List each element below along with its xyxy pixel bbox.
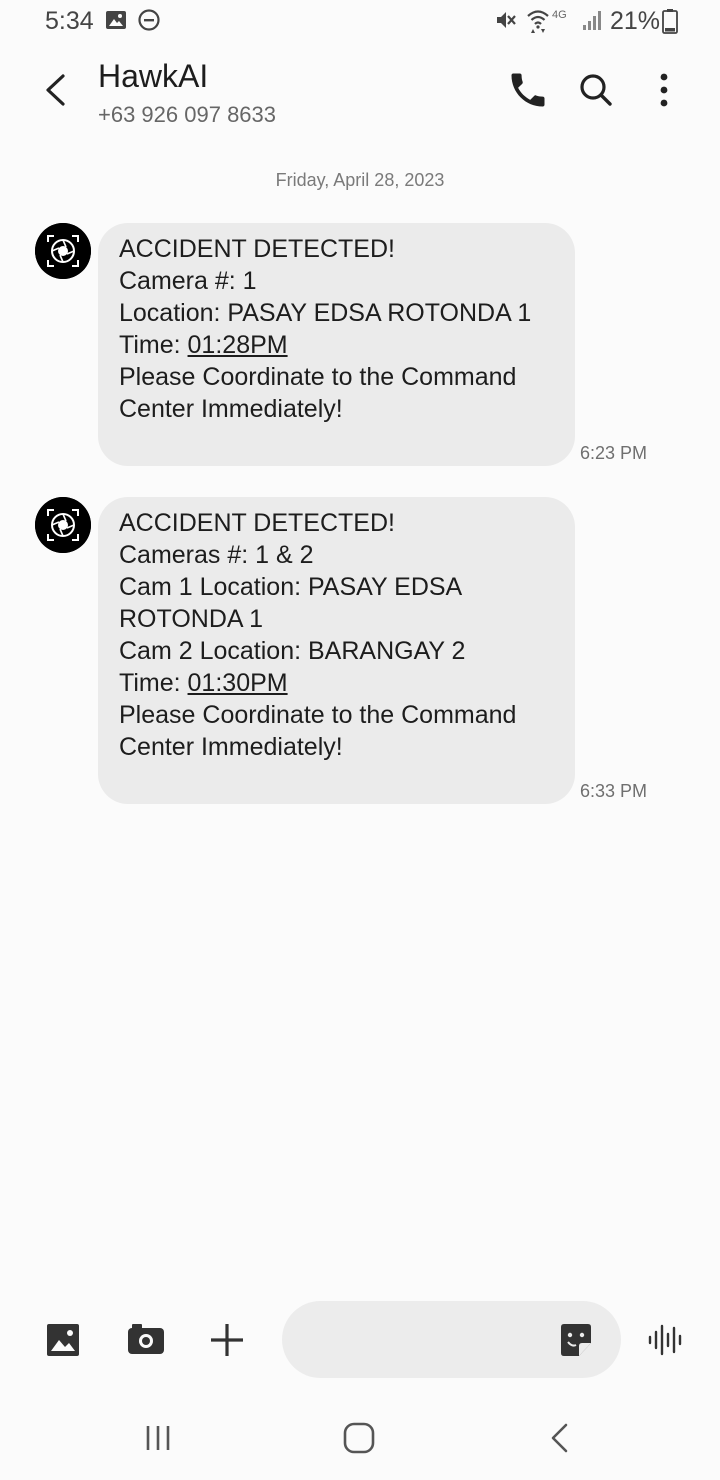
message-line: Please Coordinate to the Command xyxy=(119,363,517,391)
battery-icon xyxy=(662,9,678,34)
network-type-label: 4G xyxy=(552,9,567,21)
search-icon[interactable] xyxy=(574,68,618,112)
phone-icon[interactable] xyxy=(506,68,550,112)
more-vert-icon[interactable] xyxy=(642,68,686,112)
time-label: Time: xyxy=(119,331,188,359)
message-field[interactable] xyxy=(282,1301,621,1378)
voice-record-icon[interactable] xyxy=(644,1318,688,1362)
message-line: Time: 01:30PM xyxy=(119,667,555,699)
hawkai-logo-icon xyxy=(35,223,91,279)
message-composer xyxy=(0,1296,720,1386)
system-nav-bar xyxy=(0,1396,720,1480)
home-icon[interactable] xyxy=(339,1418,379,1458)
message-bubble[interactable]: ACCIDENT DETECTED! Camera #: 1 Location:… xyxy=(98,223,575,466)
message-line: Location: PASAY EDSA ROTONDA 1 xyxy=(119,299,532,327)
message-timestamp: 6:23 PM xyxy=(580,443,648,463)
status-time: 5:34 xyxy=(45,7,94,35)
contact-avatar[interactable] xyxy=(35,497,91,553)
sticker-icon[interactable] xyxy=(557,1321,595,1359)
hawkai-logo-icon xyxy=(35,497,91,553)
message-line: Center Immediately! xyxy=(119,733,343,761)
message-line: Please Coordinate to the Command xyxy=(119,701,517,729)
message-line: Cam 2 Location: BARANGAY 2 xyxy=(119,637,466,665)
contact-name[interactable]: HawkAI xyxy=(98,58,208,95)
recent-apps-icon[interactable] xyxy=(138,1418,178,1458)
message-line: Camera #: 1 xyxy=(119,267,257,295)
message-input[interactable] xyxy=(306,1321,540,1359)
message-line: Cameras #: 1 & 2 xyxy=(119,541,314,569)
battery-percent: 21% xyxy=(610,7,661,35)
gallery-notification-icon xyxy=(106,11,126,29)
nav-back-icon[interactable] xyxy=(540,1418,580,1458)
message-line: ACCIDENT DETECTED! xyxy=(119,509,395,537)
wifi-icon xyxy=(527,10,549,33)
conversation-screen: 5:34 4G 21% HawkAI +63 926 097 8633 Frid… xyxy=(0,0,720,1480)
contact-number[interactable]: +63 926 097 8633 xyxy=(98,102,276,128)
message-line: ROTONDA 1 xyxy=(119,605,264,633)
back-arrow-icon[interactable] xyxy=(34,68,78,112)
signal-icon xyxy=(583,11,601,30)
message-line: Cam 1 Location: PASAY EDSA xyxy=(119,573,463,601)
time-label: Time: xyxy=(119,669,188,697)
message-line: ACCIDENT DETECTED! xyxy=(119,235,395,263)
message-timestamp: 6:33 PM xyxy=(580,781,648,801)
time-link[interactable]: 01:28PM xyxy=(188,331,288,359)
message-line: Time: 01:28PM xyxy=(119,329,555,361)
message-line: Center Immediately! xyxy=(119,395,343,423)
time-link[interactable]: 01:30PM xyxy=(188,669,288,697)
contact-avatar[interactable] xyxy=(35,223,91,279)
gallery-icon[interactable] xyxy=(41,1318,85,1362)
do-not-disturb-icon xyxy=(138,9,160,31)
camera-icon[interactable] xyxy=(124,1318,168,1362)
status-bar: 5:34 4G 21% xyxy=(0,0,720,42)
add-icon[interactable] xyxy=(205,1318,249,1362)
mute-icon xyxy=(497,12,516,28)
message-bubble[interactable]: ACCIDENT DETECTED! Cameras #: 1 & 2 Cam … xyxy=(98,497,575,804)
conversation-header: HawkAI +63 926 097 8633 xyxy=(0,42,720,142)
date-divider: Friday, April 28, 2023 xyxy=(275,170,445,190)
